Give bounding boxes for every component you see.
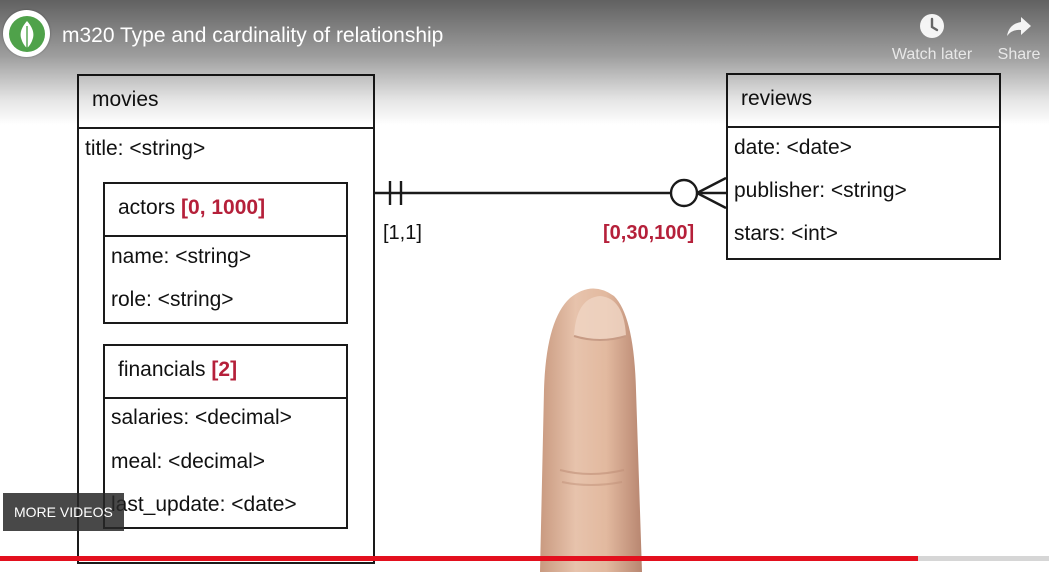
share-arrow-icon <box>1007 17 1031 36</box>
financials-field-meal: meal: <decimal> <box>111 450 266 473</box>
relationship-right-cardinality: [0,30,100] <box>603 222 695 244</box>
actors-entity-title: actors [0, 1000] <box>118 197 265 218</box>
presenter-finger-image <box>540 288 642 572</box>
clock-icon <box>920 14 944 38</box>
more-videos-label: MORE VIDEOS <box>14 504 113 520</box>
relationship-connector <box>375 176 727 210</box>
channel-logo[interactable] <box>3 10 50 57</box>
watch-later-label: Watch later <box>891 46 973 63</box>
reviews-header-divider <box>726 126 1001 128</box>
share-label: Share <box>997 46 1041 63</box>
financials-name: financials <box>118 358 206 381</box>
reviews-field-stars: stars: <int> <box>734 222 838 245</box>
actors-cardinality: [0, 1000] <box>181 196 266 219</box>
reviews-field-date: date: <date> <box>734 136 852 159</box>
actors-field-role: role: <string> <box>111 288 234 311</box>
mongodb-leaf-icon <box>8 15 45 52</box>
financials-cardinality: [2] <box>211 358 238 381</box>
financials-header-divider <box>103 397 348 399</box>
actors-header-divider <box>103 235 348 237</box>
reviews-field-publisher: publisher: <string> <box>734 179 907 202</box>
relationship-left-cardinality: [1,1] <box>383 222 422 244</box>
watch-later-button[interactable]: Watch later <box>886 12 978 64</box>
video-title[interactable]: m320 Type and cardinality of relationshi… <box>62 24 443 48</box>
reviews-entity-title: reviews <box>741 87 813 110</box>
movies-entity-title: movies <box>92 88 159 111</box>
movies-title-field: title: <string> <box>85 137 206 160</box>
movies-header-divider <box>77 127 375 129</box>
more-videos-button[interactable]: MORE VIDEOS <box>3 493 124 531</box>
progress-bar[interactable] <box>0 556 1049 561</box>
financials-field-last-update: last_update: <date> <box>111 493 297 516</box>
share-button[interactable]: Share <box>994 12 1044 64</box>
progress-bar-played <box>0 556 918 561</box>
actors-name: actors <box>118 196 176 219</box>
financials-field-salaries: salaries: <decimal> <box>111 406 292 429</box>
video-frame[interactable]: movies title: <string> actors [0, 1000] … <box>0 0 1049 572</box>
actors-field-name: name: <string> <box>111 245 252 268</box>
financials-entity-title: financials [2] <box>118 359 237 380</box>
